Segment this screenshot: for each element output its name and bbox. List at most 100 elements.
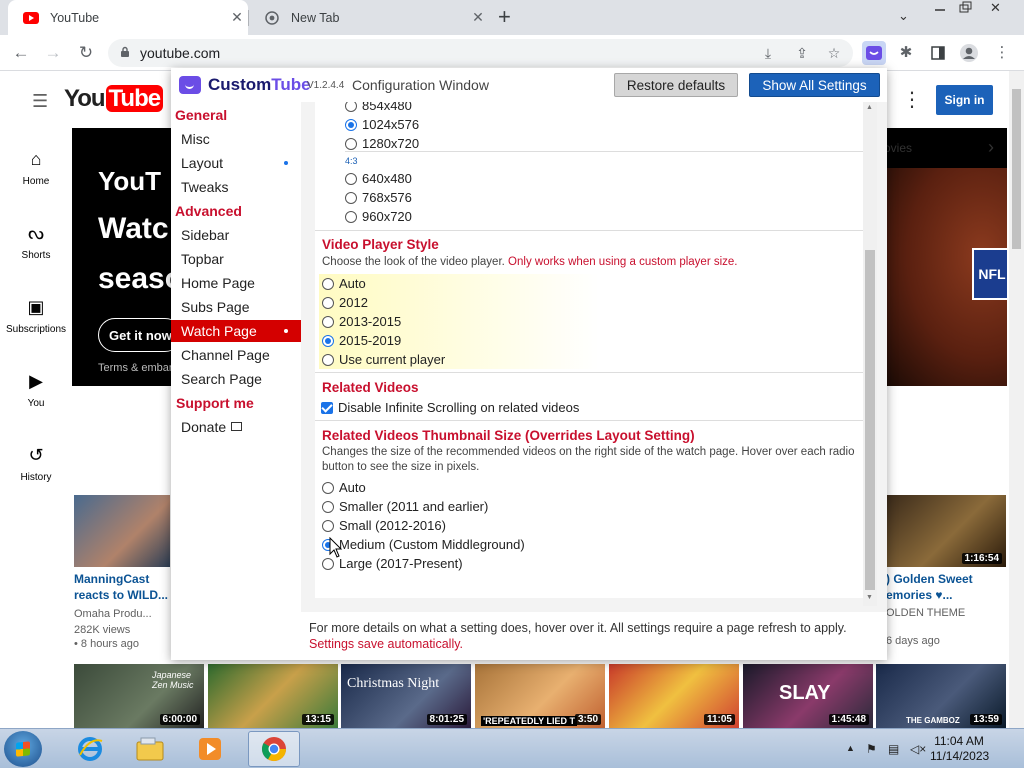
- profile-avatar-icon[interactable]: [957, 41, 981, 65]
- nav-item-subs-page[interactable]: Subs Page: [171, 296, 301, 318]
- show-all-settings-button[interactable]: Show All Settings: [749, 73, 880, 97]
- restore-defaults-button[interactable]: Restore defaults: [614, 73, 738, 97]
- video-thumbnail[interactable]: 1:16:54: [886, 495, 1006, 567]
- action-center-flag-icon[interactable]: ⚑: [866, 742, 877, 756]
- size-option-640x480[interactable]: 640x480: [345, 169, 412, 188]
- close-tab-icon[interactable]: ✕: [467, 9, 489, 26]
- chrome-taskbar-icon[interactable]: [248, 731, 300, 767]
- internet-explorer-icon[interactable]: [64, 731, 116, 767]
- radio-button[interactable]: [345, 210, 357, 223]
- scroll-up-arrow-icon[interactable]: ▲: [866, 104, 873, 111]
- reload-icon[interactable]: ↻: [74, 41, 98, 65]
- nav-item-sidebar[interactable]: Sidebar: [171, 224, 301, 246]
- thumb-size-auto[interactable]: Auto: [322, 478, 366, 497]
- radio-button[interactable]: [345, 102, 357, 112]
- side-panel-icon[interactable]: [926, 41, 950, 65]
- nav-item-misc[interactable]: Misc: [171, 128, 301, 150]
- video-title[interactable]: ManningCast reacts to WILD...: [74, 571, 170, 603]
- scroll-down-arrow-icon[interactable]: ▼: [866, 594, 873, 601]
- banner-terms[interactable]: Terms & embar: [98, 362, 173, 374]
- thumb-size-smaller[interactable]: Smaller (2011 and earlier): [322, 497, 488, 516]
- checkbox-checked[interactable]: [321, 401, 333, 414]
- player-style-2012[interactable]: 2012: [322, 293, 368, 312]
- guide-item-home[interactable]: ⌂ Home: [0, 149, 72, 187]
- video-thumbnail[interactable]: Japanese Zen Music 6:00:00: [74, 664, 204, 728]
- video-channel[interactable]: Omaha Produ...: [74, 607, 152, 622]
- radio-button[interactable]: [322, 353, 334, 366]
- settings-scrollbar-thumb[interactable]: [865, 250, 875, 590]
- customtube-extension-icon[interactable]: [862, 41, 886, 65]
- restore-window-icon[interactable]: [955, 0, 975, 18]
- size-option-1024x576[interactable]: 1024x576: [345, 115, 419, 134]
- guide-item-history[interactable]: ↺ History: [0, 445, 72, 483]
- settings-scrollbar[interactable]: ▲ ▼: [863, 102, 877, 606]
- video-channel[interactable]: OLDEN THEME: [886, 606, 965, 621]
- chrome-menu-icon[interactable]: ⋮: [990, 41, 1014, 65]
- player-style-2013-2015[interactable]: 2013-2015: [322, 312, 401, 331]
- disable-infinite-scroll-option[interactable]: Disable Infinite Scrolling on related vi…: [321, 398, 579, 417]
- page-scrollbar-thumb[interactable]: [1012, 89, 1021, 249]
- thumb-size-medium[interactable]: Medium (Custom Middleground): [322, 535, 525, 554]
- install-app-icon[interactable]: ⤓: [758, 43, 778, 63]
- video-thumbnail[interactable]: 13:15: [208, 664, 338, 728]
- video-thumbnail[interactable]: THE GAMBOZ 13:59: [876, 664, 1006, 728]
- close-window-icon[interactable]: ✕: [990, 0, 1001, 18]
- nav-item-donate[interactable]: Donate: [171, 416, 301, 438]
- video-thumbnail[interactable]: Christmas Night 8:01:25: [341, 664, 471, 728]
- settings-dots-icon[interactable]: ⋮: [902, 87, 922, 112]
- radio-button[interactable]: [322, 296, 334, 309]
- youtube-logo[interactable]: You Tube: [64, 85, 164, 113]
- radio-button[interactable]: [322, 500, 334, 513]
- bookmark-star-icon[interactable]: ☆: [824, 43, 844, 63]
- extensions-puzzle-icon[interactable]: ✱: [894, 41, 918, 65]
- tab-youtube[interactable]: YouTube ✕: [8, 0, 248, 35]
- guide-item-you[interactable]: ▶ You: [0, 371, 72, 409]
- share-icon[interactable]: ⇪: [792, 43, 812, 63]
- new-tab-plus-icon[interactable]: +: [498, 4, 511, 30]
- player-style-2015-2019[interactable]: 2015-2019: [322, 331, 401, 350]
- nav-item-topbar[interactable]: Topbar: [171, 248, 301, 270]
- address-bar[interactable]: youtube.com ⤓ ⇪ ☆: [108, 39, 853, 67]
- radio-button[interactable]: [345, 137, 357, 150]
- thumb-size-small[interactable]: Small (2012-2016): [322, 516, 446, 535]
- player-style-auto[interactable]: Auto: [322, 274, 366, 293]
- nav-item-tweaks[interactable]: Tweaks: [171, 176, 301, 198]
- radio-button[interactable]: [322, 557, 334, 570]
- radio-button[interactable]: [322, 277, 334, 290]
- size-option-768x576[interactable]: 768x576: [345, 188, 412, 207]
- get-it-now-button[interactable]: Get it now: [98, 318, 182, 352]
- player-style-current[interactable]: Use current player: [322, 350, 445, 369]
- tab-search-chevron-icon[interactable]: ⌄: [898, 8, 909, 26]
- forward-arrow-icon[interactable]: →: [41, 41, 65, 65]
- nav-item-layout[interactable]: Layout: [171, 152, 301, 174]
- radio-button-selected[interactable]: [345, 118, 357, 131]
- nav-item-search-page[interactable]: Search Page: [171, 368, 301, 390]
- guide-item-subscriptions[interactable]: ▣ Subscriptions: [0, 297, 72, 335]
- tab-new-tab[interactable]: New Tab ✕: [249, 0, 489, 35]
- radio-button[interactable]: [322, 519, 334, 532]
- guide-item-shorts[interactable]: ᔓ Shorts: [0, 223, 72, 261]
- start-button-icon[interactable]: [4, 731, 42, 767]
- category-chip-movies[interactable]: ovies: [884, 141, 912, 155]
- radio-button[interactable]: [322, 315, 334, 328]
- nav-item-home-page[interactable]: Home Page: [171, 272, 301, 294]
- video-title[interactable]: ) Golden Sweet emories ♥...: [886, 571, 1006, 603]
- close-tab-icon[interactable]: ✕: [226, 9, 248, 26]
- back-arrow-icon[interactable]: ←: [9, 41, 33, 65]
- radio-button-selected[interactable]: [322, 334, 334, 347]
- size-option-960x720[interactable]: 960x720: [345, 207, 412, 226]
- thumb-size-large[interactable]: Large (2017-Present): [322, 554, 463, 573]
- radio-button[interactable]: [345, 191, 357, 204]
- radio-button[interactable]: [322, 481, 334, 494]
- network-icon[interactable]: ▤: [888, 742, 899, 756]
- nav-item-watch-page[interactable]: Watch Page: [171, 320, 301, 342]
- radio-button[interactable]: [345, 172, 357, 185]
- size-option-854x480[interactable]: 854x480: [345, 102, 412, 115]
- page-scrollbar[interactable]: [1009, 71, 1024, 728]
- minimize-icon[interactable]: [930, 0, 950, 18]
- file-explorer-icon[interactable]: [124, 731, 176, 767]
- video-thumbnail[interactable]: [74, 495, 170, 567]
- media-player-icon[interactable]: [184, 731, 236, 767]
- video-thumbnail[interactable]: 11:05: [609, 664, 739, 728]
- sign-in-button[interactable]: Sign in: [936, 85, 993, 115]
